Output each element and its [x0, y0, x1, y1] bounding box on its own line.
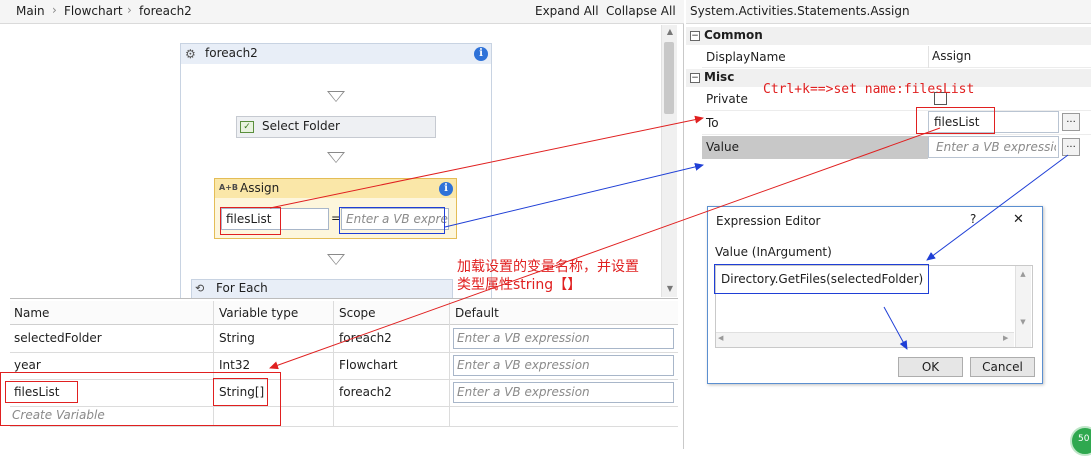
category-misc-label: Misc — [704, 70, 735, 84]
header-scope[interactable]: Scope — [336, 300, 376, 327]
annotation-shortcut: Ctrl+k==>set name:filesList — [763, 82, 975, 97]
value-placeholder: Enter a VB expressio — [936, 140, 1056, 154]
annotation-highlight-fileslist-name — [5, 381, 78, 403]
annotation-note-line2: 类型属性string【】 — [457, 277, 582, 293]
displayname-label: DisplayName — [706, 50, 786, 64]
breadcrumb-separator: › — [52, 3, 57, 17]
breadcrumb-main[interactable]: Main — [16, 4, 45, 18]
annotation-highlight-to-input — [916, 107, 995, 134]
for-each-icon: ⟲ — [195, 282, 205, 295]
flow-arrow-fill — [329, 92, 343, 101]
help-icon[interactable]: ? — [970, 212, 976, 226]
select-folder-icon: ✓ — [240, 121, 254, 133]
grid-divider — [10, 426, 678, 427]
collapse-minus-icon[interactable]: − — [690, 31, 700, 41]
header-variable-type[interactable]: Variable type — [216, 300, 298, 327]
status-badge: 50 — [1070, 426, 1091, 456]
expression-hscrollbar[interactable] — [716, 332, 1014, 347]
var-default-input[interactable]: Enter a VB expression — [453, 355, 674, 376]
annotation-highlight-assign-value — [339, 207, 445, 234]
collapse-minus-icon[interactable]: − — [690, 73, 700, 83]
value-label: Value — [706, 140, 739, 154]
info-icon[interactable]: i — [474, 47, 488, 61]
breadcrumb-separator: › — [127, 3, 132, 17]
annotation-note-line1: 加载设置的变量名称，并设置 — [457, 259, 639, 275]
displayname-value[interactable]: Assign — [932, 49, 971, 63]
assign-icon: A+B — [219, 183, 238, 192]
prop-divider — [928, 46, 929, 68]
assign-title: Assign — [240, 181, 280, 195]
scroll-down-icon[interactable]: ▼ — [1015, 316, 1031, 328]
properties-title: System.Activities.Statements.Assign — [690, 4, 910, 18]
cancel-button[interactable]: Cancel — [970, 357, 1035, 377]
expression-editor-title: Expression Editor — [716, 214, 821, 228]
annotation-highlight-fileslist-type — [213, 378, 268, 406]
category-common-label: Common — [704, 28, 763, 42]
scroll-right-icon[interactable]: ▶ — [1003, 334, 1008, 342]
to-label: To — [706, 116, 719, 130]
expression-editor-label: Value (InArgument) — [715, 245, 832, 259]
var-scope[interactable]: foreach2 — [336, 379, 392, 406]
value-ellipsis-button[interactable]: ... — [1062, 138, 1080, 156]
foreach2-title: foreach2 — [205, 46, 258, 60]
grid-divider — [333, 301, 334, 427]
close-icon[interactable]: ✕ — [1013, 212, 1024, 227]
flow-arrow-fill — [329, 153, 343, 162]
flow-arrow-fill — [329, 255, 343, 264]
expand-all-button[interactable]: Expand All — [535, 4, 599, 18]
breadcrumb-flowchart[interactable]: Flowchart — [64, 4, 123, 18]
private-label: Private — [706, 92, 748, 106]
annotation-highlight-assign-to — [220, 207, 281, 235]
var-scope[interactable]: Flowchart — [336, 352, 398, 379]
flowchart-icon: ⚙ — [185, 47, 196, 61]
scrollbar-thumb[interactable] — [664, 42, 674, 114]
var-name[interactable]: selectedFolder — [11, 325, 102, 352]
var-type[interactable]: String — [216, 325, 255, 352]
for-each-title: For Each — [216, 281, 268, 295]
var-default-input[interactable]: Enter a VB expression — [453, 328, 674, 349]
breadcrumb-foreach2[interactable]: foreach2 — [139, 4, 192, 18]
ok-button[interactable]: OK — [898, 357, 963, 377]
scroll-up-icon[interactable]: ▲ — [662, 25, 678, 39]
scroll-up-icon[interactable]: ▲ — [1015, 268, 1031, 280]
header-name[interactable]: Name — [11, 300, 49, 327]
info-icon[interactable]: i — [439, 182, 453, 196]
annotation-highlight-expression — [714, 264, 929, 294]
scroll-down-icon[interactable]: ▼ — [662, 282, 678, 296]
header-default[interactable]: Default — [452, 300, 499, 327]
collapse-all-button[interactable]: Collapse All — [606, 4, 676, 18]
select-folder-label: Select Folder — [262, 119, 340, 133]
scroll-left-icon[interactable]: ◀ — [718, 334, 723, 342]
to-ellipsis-button[interactable]: ... — [1062, 113, 1080, 131]
var-scope[interactable]: foreach2 — [336, 325, 392, 352]
grid-divider — [449, 301, 450, 427]
var-default-input[interactable]: Enter a VB expression — [453, 382, 674, 403]
